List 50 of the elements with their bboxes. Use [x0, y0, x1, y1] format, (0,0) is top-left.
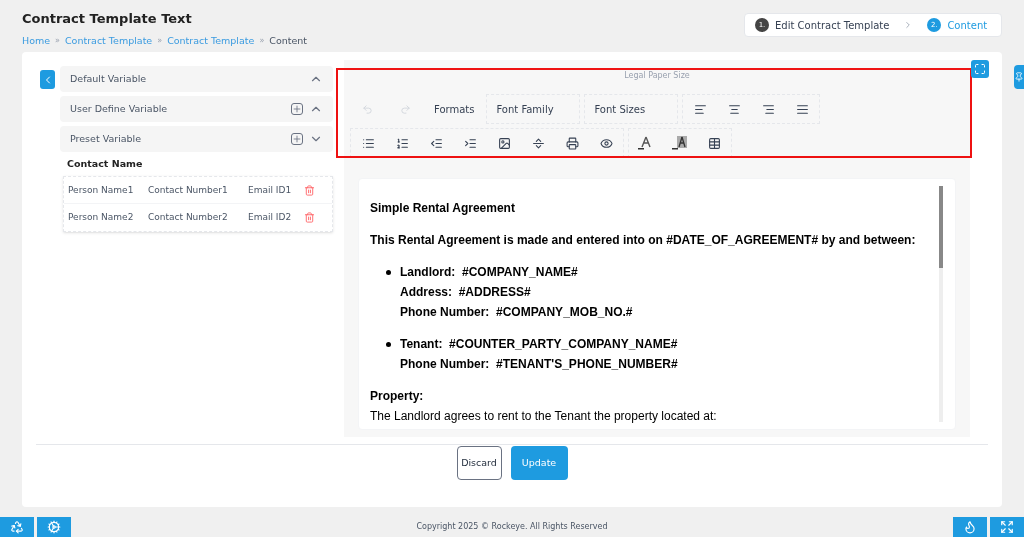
recycle-button[interactable]: [0, 517, 34, 537]
table-title: Contact Name: [66, 157, 144, 171]
expand-button[interactable]: [990, 517, 1024, 537]
document-heading: This Rental Agreement is made and entered into on #DATE_OF_AGREEMENT# by and between:: [370, 232, 917, 249]
section-label: Default Variable: [70, 71, 148, 86]
scrollbar[interactable]: [939, 186, 943, 422]
document-text: The Landlord agrees to rent to the Tenant the property located at:: [370, 408, 718, 425]
page-title: Contract Template Text: [22, 10, 193, 28]
discard-button[interactable]: Discard: [456, 446, 502, 480]
font-family-dropdown[interactable]: Font Family: [486, 94, 581, 124]
copyright-text: Copyright 2025 © Rockeye. All Rights Reserved: [416, 521, 608, 533]
add-icon[interactable]: [291, 133, 303, 145]
table-cell-text: Email ID2: [248, 211, 293, 224]
document-heading: Simple Rental Agreement: [370, 200, 516, 217]
document-line: Phone Number: #COMPANY_MOB_NO.#: [400, 304, 633, 321]
fullscreen-icon: [974, 63, 986, 75]
variable-section-header[interactable]: Preset Variable: [60, 126, 333, 152]
breadcrumb-separator: »: [55, 34, 60, 47]
table-cell-text: Contact Number1: [148, 183, 229, 197]
settings-icon: [47, 520, 61, 534]
settings-button[interactable]: [37, 517, 71, 537]
variable-section-header[interactable]: User Define Variable: [60, 96, 333, 122]
expand-icon: [1000, 520, 1014, 534]
fullscreen-button[interactable]: [971, 60, 989, 78]
breadcrumb-current: Content: [269, 33, 308, 48]
document-line: Landlord: #COMPANY_NAME#: [400, 264, 579, 281]
delete-icon[interactable]: [304, 212, 315, 224]
formats-dropdown[interactable]: Formats: [426, 95, 483, 123]
delete-icon[interactable]: [304, 184, 315, 196]
table-cell-text: Contact Number2: [148, 211, 229, 224]
recycle-icon: [10, 520, 24, 534]
breadcrumb-separator: »: [157, 34, 163, 47]
step-label[interactable]: Edit Contract Template: [775, 17, 890, 33]
paper-size-label: Legal Paper Size: [624, 70, 690, 82]
section-label: User Define Variable: [70, 101, 169, 116]
font-size-dropdown[interactable]: Font Sizes: [584, 94, 679, 124]
pin-icon: [1014, 72, 1024, 82]
add-icon[interactable]: [291, 103, 303, 115]
document-label: Property:: [370, 388, 425, 405]
table-cell-text: Person Name1: [68, 183, 135, 197]
document-line: Address: #ADDRESS#: [400, 284, 532, 301]
document-line: Phone Number: #TENANT'S_PHONE_NUMBER#: [400, 356, 678, 373]
table-cell-text: Email ID1: [248, 183, 293, 197]
breadcrumb-separator: »: [259, 34, 265, 47]
variable-section-header[interactable]: Default Variable: [60, 66, 333, 92]
document-line: Tenant: #COUNTER_PARTY_COMPANY_NAME#: [400, 336, 678, 353]
table-cell-text: Person Name2: [68, 211, 135, 224]
section-label: Preset Variable: [70, 131, 143, 146]
flame-button[interactable]: [953, 517, 987, 537]
flame-icon: [963, 520, 977, 534]
